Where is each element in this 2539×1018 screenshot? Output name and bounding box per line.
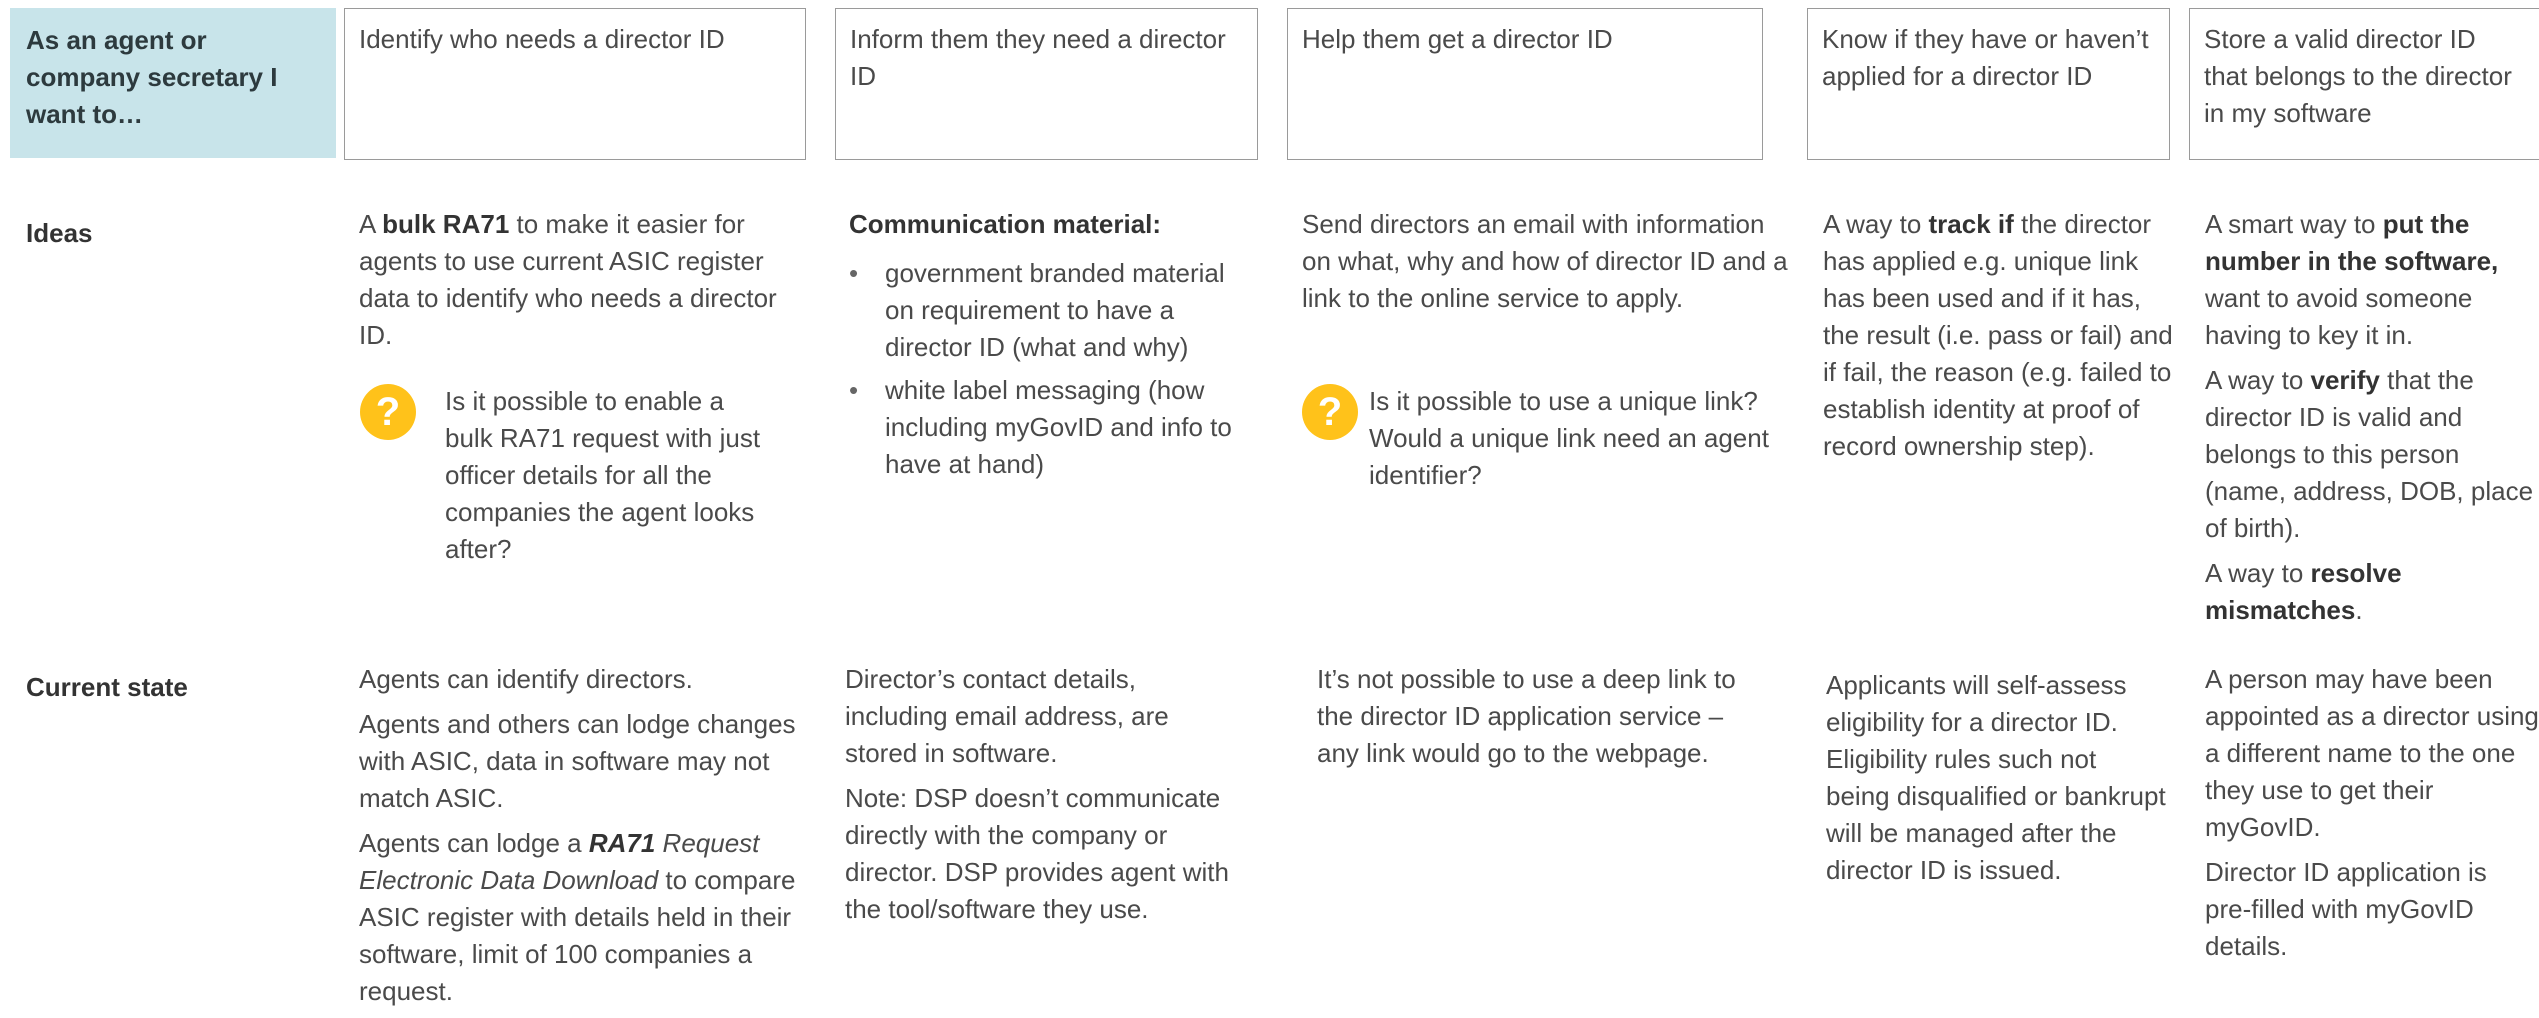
current-state-row-label: Current state	[26, 672, 188, 702]
current-cell-2: Director’s contact details, including em…	[845, 661, 1245, 936]
header-column-1: Identify who needs a director ID	[344, 8, 806, 160]
current-paragraph: It’s not possible to use a deep link to …	[1317, 664, 1736, 768]
current-cell-1: Agents can identify directors. Agents an…	[359, 661, 814, 1018]
header-column-5: Store a valid director ID that belongs t…	[2189, 8, 2539, 160]
current-paragraph: Agents can identify directors.	[359, 664, 693, 694]
ideas-cell-5: A smart way to put the number in the sof…	[2205, 206, 2539, 637]
ideas-paragraph: A way to verify that the director ID is …	[2205, 365, 2534, 543]
question-icon: ?	[360, 384, 416, 440]
current-paragraph: Applicants will self-assess eligibility …	[1826, 670, 2166, 885]
current-paragraph: Director ID application is pre-filled wi…	[2205, 857, 2487, 961]
current-paragraph: Director’s contact details, including em…	[845, 664, 1169, 768]
ideas-cell-4: A way to track if the director has appli…	[1823, 209, 2173, 461]
current-paragraph: A person may have been appointed as a di…	[2205, 664, 2539, 842]
ideas-paragraph: A smart way to put the number in the sof…	[2205, 209, 2499, 350]
ideas-cell-2: Communication material: government brand…	[849, 206, 1259, 489]
row-header-label: As an agent or company secretary I want …	[10, 8, 336, 158]
current-paragraph: Note: DSP doesn’t communicate directly w…	[845, 783, 1229, 924]
list-item: government branded material on requireme…	[849, 255, 1259, 366]
current-cell-4: Applicants will self-assess eligibility …	[1826, 667, 2166, 897]
ideas-row-label: Ideas	[26, 218, 93, 248]
header-column-3: Help them get a director ID	[1287, 8, 1763, 160]
current-paragraph: Agents and others can lodge changes with…	[359, 709, 796, 813]
current-paragraph: Agents can lodge a RA71 Request Electron…	[359, 828, 796, 1006]
ideas-paragraph: A way to resolve mismatches.	[2205, 558, 2402, 625]
question-icon: ?	[1302, 384, 1358, 440]
header-column-4: Know if they have or haven’t applied for…	[1807, 8, 2170, 160]
communication-list: government branded material on requireme…	[849, 255, 1259, 483]
ideas-cell-3: Send directors an email with information…	[1302, 209, 1788, 313]
ideas-cell-1: A bulk RA71 to make it easier for agents…	[359, 209, 777, 350]
header-column-2: Inform them they need a director ID	[835, 8, 1258, 160]
ideas-question-3: Is it possible to use a unique link? Wou…	[1369, 386, 1769, 490]
current-cell-5: A person may have been appointed as a di…	[2205, 661, 2539, 973]
ideas-question-1: Is it possible to enable a bulk RA71 req…	[445, 386, 761, 564]
list-item: white label messaging (how including myG…	[849, 372, 1259, 483]
communication-heading: Communication material:	[849, 209, 1162, 239]
current-cell-3: It’s not possible to use a deep link to …	[1317, 661, 1757, 780]
